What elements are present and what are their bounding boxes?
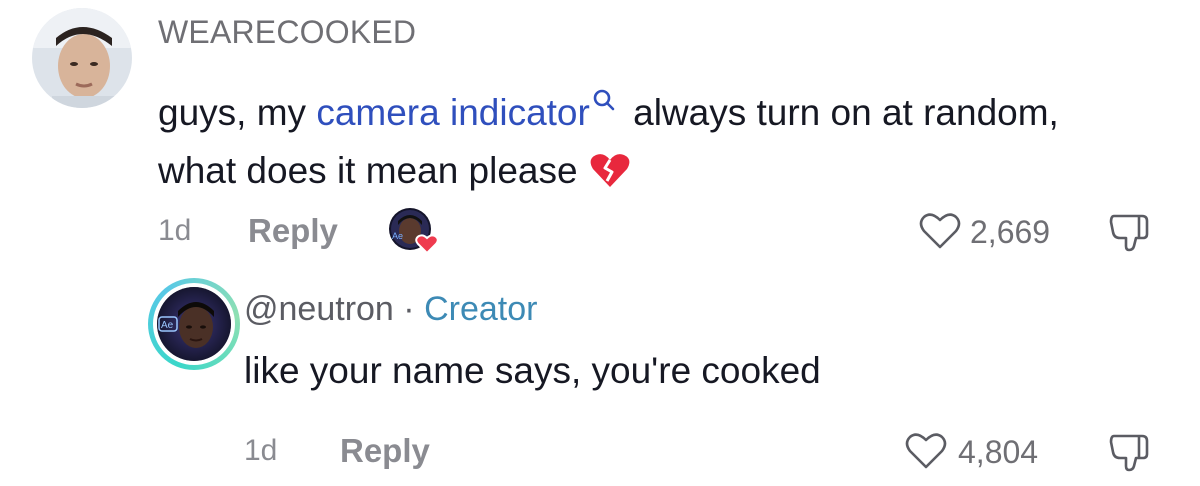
svg-text:Ae: Ae <box>392 231 403 241</box>
comment-text-part: guys, my <box>158 92 317 133</box>
commenter-username[interactable]: WEARECOOKED <box>158 14 416 51</box>
like-heart-icon[interactable] <box>918 208 962 257</box>
svg-text:Ae: Ae <box>161 320 174 331</box>
commenter-avatar[interactable] <box>32 8 132 108</box>
separator-dot: · <box>393 290 425 328</box>
reply-reply-button[interactable]: Reply <box>340 432 430 470</box>
creator-badge: Creator <box>424 290 538 328</box>
reply-author-line: @neutron · Creator <box>244 290 537 329</box>
like-count: 2,669 <box>970 214 1051 250</box>
reply-like-count: 4,804 <box>958 434 1039 470</box>
reply-username[interactable]: @neutron <box>244 290 394 328</box>
comment-text: guys, my camera indicator always turn on… <box>158 70 1118 206</box>
reply-button[interactable]: Reply <box>248 212 338 250</box>
reply-like-heart-icon[interactable] <box>904 428 948 477</box>
search-icon[interactable] <box>593 70 615 128</box>
broken-heart-icon <box>590 148 630 206</box>
creator-avatar-heart-icon: Ae <box>388 207 439 255</box>
search-link[interactable]: camera indicator <box>316 92 590 133</box>
creator-avatar[interactable]: Ae <box>148 278 240 370</box>
comment-time: 1d <box>158 214 192 247</box>
dislike-icon[interactable] <box>1106 210 1156 259</box>
reply-dislike-icon[interactable] <box>1106 430 1156 479</box>
reply-text: like your name says, you're cooked <box>244 350 821 391</box>
reply-time: 1d <box>244 434 278 467</box>
